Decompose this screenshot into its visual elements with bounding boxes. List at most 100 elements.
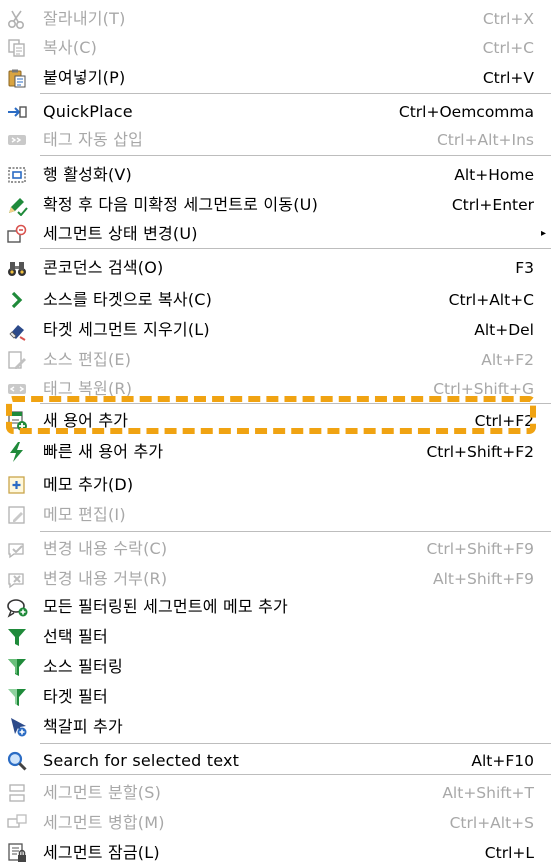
- menu-item-source-filter[interactable]: 소스 필터링: [0, 652, 551, 682]
- menu-item-change-segment-status[interactable]: 세그먼트 상태 변경(U) ▸: [0, 219, 551, 249]
- menu-item-label: 복사(C): [43, 38, 98, 57]
- menu-item-paste[interactable]: 붙여넣기(P) Ctrl+V: [0, 63, 551, 93]
- confirm-pencil-icon: [6, 194, 28, 216]
- menu-item-shortcut: Alt+F2: [481, 351, 534, 369]
- menu-item-label: 소스 편집(E): [43, 350, 132, 369]
- filter-target-icon: [6, 686, 28, 708]
- menu-item-copy-source-to-target[interactable]: 소스를 타겟으로 복사(C) Ctrl+Alt+C: [0, 285, 551, 315]
- menu-item-label: Search for selected text: [43, 751, 240, 770]
- tag-restore-icon: [6, 378, 28, 400]
- menu-item-split-segment[interactable]: 세그먼트 분할(S) Alt+Shift+T: [0, 778, 551, 808]
- menu-item-label: QuickPlace: [43, 102, 133, 121]
- split-segment-icon: [6, 782, 28, 804]
- menu-item-shortcut: Ctrl+Shift+F2: [426, 443, 534, 461]
- chevron-right-icon: [6, 289, 28, 311]
- menu-item-add-new-term[interactable]: 새 용어 추가 Ctrl+F2: [0, 406, 551, 436]
- menu-item-label: 세그먼트 분할(S): [43, 783, 162, 802]
- menu-item-search-selected-text[interactable]: Search for selected text Alt+F10: [0, 746, 551, 776]
- menu-separator: [40, 155, 551, 156]
- menu-item-confirm-and-next[interactable]: 확정 후 다음 미확정 세그먼트로 이동(U) Ctrl+Enter: [0, 190, 551, 220]
- menu-item-shortcut: Ctrl+Alt+Ins: [436, 131, 534, 149]
- edit-comment-icon: [6, 504, 28, 526]
- menu-item-label: 책갈피 추가: [43, 717, 123, 736]
- menu-item-target-filter[interactable]: 타겟 필터: [0, 682, 551, 712]
- menu-item-label: 세그먼트 잠금(L): [43, 843, 160, 862]
- menu-item-add-comment[interactable]: 메모 추가(D): [0, 470, 551, 500]
- comment-filtered-icon: [6, 596, 28, 618]
- menu-item-edit-source[interactable]: 소스 편집(E) Alt+F2: [0, 345, 551, 375]
- menu-item-label: 확정 후 다음 미확정 세그먼트로 이동(U): [43, 195, 319, 214]
- menu-item-label: 메모 편집(I): [43, 505, 126, 524]
- menu-item-label: 세그먼트 상태 변경(U): [43, 224, 198, 243]
- add-term-icon: [6, 410, 28, 432]
- menu-item-quickplace[interactable]: QuickPlace Ctrl+Oemcomma: [0, 97, 551, 127]
- menu-item-shortcut: Ctrl+F2: [474, 412, 534, 430]
- accept-change-icon: [6, 538, 28, 560]
- menu-item-shortcut: Ctrl+Enter: [451, 196, 534, 214]
- menu-item-accept-change[interactable]: 변경 내용 수락(C) Ctrl+Shift+F9: [0, 534, 551, 564]
- menu-item-comment-all-filtered[interactable]: 모든 필터링된 세그먼트에 메모 추가: [0, 592, 551, 622]
- menu-item-edit-comment[interactable]: 메모 편집(I): [0, 500, 551, 530]
- menu-item-auto-insert-tags[interactable]: 태그 자동 삽입 Ctrl+Alt+Ins: [0, 125, 551, 155]
- menu-item-shortcut: Ctrl+Alt+S: [449, 814, 534, 832]
- menu-item-merge-segments[interactable]: 세그먼트 병합(M) Ctrl+Alt+S: [0, 808, 551, 838]
- lock-segment-icon: [6, 842, 28, 864]
- lightning-icon: [6, 441, 28, 463]
- menu-item-label: 빠른 새 용어 추가: [43, 442, 164, 461]
- row-activate-icon: [6, 164, 28, 186]
- context-menu: 잘라내기(T) Ctrl+X 복사(C) Ctrl+C 붙여넣기(P) Ctrl+V Qui…: [0, 0, 551, 868]
- menu-item-concordance-search[interactable]: 콘코던스 검색(O) F3: [0, 253, 551, 283]
- menu-item-label: 타겟 필터: [43, 687, 108, 706]
- submenu-arrow-icon: ▸: [540, 228, 546, 239]
- menu-item-label: 메모 추가(D): [43, 475, 134, 494]
- menu-item-selection-filter[interactable]: 선택 필터: [0, 622, 551, 652]
- menu-item-shortcut: Alt+Shift+T: [442, 784, 534, 802]
- eraser-icon: [6, 319, 28, 341]
- filter-icon: [6, 626, 28, 648]
- menu-item-cut[interactable]: 잘라내기(T) Ctrl+X: [0, 4, 551, 34]
- menu-item-lock-segment[interactable]: 세그먼트 잠금(L) Ctrl+L: [0, 838, 551, 868]
- menu-item-shortcut: Ctrl+X: [482, 10, 534, 28]
- menu-item-shortcut: Alt+Del: [474, 321, 534, 339]
- menu-item-label: 붙여넣기(P): [43, 68, 126, 87]
- menu-item-shortcut: Ctrl+L: [484, 844, 534, 862]
- copy-icon: [6, 37, 28, 59]
- scissors-icon: [6, 8, 28, 30]
- menu-item-label: 타겟 세그먼트 지우기(L): [43, 320, 210, 339]
- menu-separator: [40, 93, 551, 94]
- menu-item-reject-change[interactable]: 변경 내용 거부(R) Alt+Shift+F9: [0, 564, 551, 594]
- menu-item-quick-add-new-term[interactable]: 빠른 새 용어 추가 Ctrl+Shift+F2: [0, 437, 551, 467]
- menu-item-clear-target-segment[interactable]: 타겟 세그먼트 지우기(L) Alt+Del: [0, 315, 551, 345]
- segment-status-icon: [6, 223, 28, 245]
- menu-item-shortcut: Ctrl+Oemcomma: [398, 103, 534, 121]
- menu-item-label: 모든 필터링된 세그먼트에 메모 추가: [43, 597, 288, 616]
- menu-item-shortcut: Alt+Shift+F9: [433, 570, 534, 588]
- merge-segment-icon: [6, 812, 28, 834]
- menu-item-label: 새 용어 추가: [43, 411, 129, 430]
- menu-item-label: 행 활성화(V): [43, 165, 132, 184]
- menu-item-activate-row[interactable]: 행 활성화(V) Alt+Home: [0, 160, 551, 190]
- menu-item-label: 세그먼트 병합(M): [43, 813, 165, 832]
- reject-change-icon: [6, 568, 28, 590]
- tag-insert-icon: [6, 129, 28, 151]
- menu-separator: [40, 743, 551, 744]
- menu-item-shortcut: Ctrl+C: [482, 39, 534, 57]
- menu-item-shortcut: Ctrl+V: [482, 69, 534, 87]
- add-comment-icon: [6, 474, 28, 496]
- menu-item-label: 소스를 타겟으로 복사(C): [43, 290, 213, 309]
- bookmark-add-icon: [6, 716, 28, 738]
- quickplace-icon: [6, 101, 28, 123]
- menu-item-shortcut: Ctrl+Alt+C: [448, 291, 534, 309]
- menu-item-label: 선택 필터: [43, 627, 108, 646]
- menu-item-label: 태그 복원(R): [43, 379, 133, 398]
- menu-item-label: 소스 필터링: [43, 657, 123, 676]
- menu-item-add-bookmark[interactable]: 책갈피 추가: [0, 712, 551, 742]
- menu-item-label: 잘라내기(T): [43, 9, 126, 28]
- filter-source-icon: [6, 656, 28, 678]
- menu-item-label: 콘코던스 검색(O): [43, 258, 164, 277]
- menu-item-shortcut: Ctrl+Shift+G: [433, 380, 534, 398]
- menu-item-shortcut: Ctrl+Shift+F9: [426, 540, 534, 558]
- menu-item-restore-tags[interactable]: 태그 복원(R) Ctrl+Shift+G: [0, 374, 551, 404]
- edit-source-icon: [6, 349, 28, 371]
- menu-item-copy[interactable]: 복사(C) Ctrl+C: [0, 33, 551, 63]
